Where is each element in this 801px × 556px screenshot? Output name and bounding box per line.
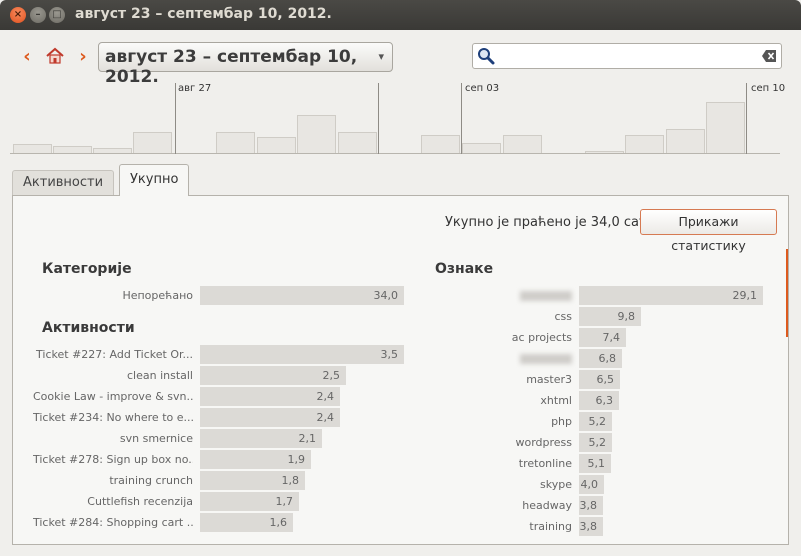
tags-row-label: headway [522,499,572,512]
clear-search-icon[interactable] [761,49,777,63]
tags-row-value: 29,1 [732,289,758,302]
timeline-day-bar[interactable] [53,146,92,153]
tags-row-value: 5,1 [587,457,606,470]
chevron-down-icon: ▾ [378,50,384,63]
activities-row-label: Cookie Law - improve & svn... [33,390,193,403]
next-range-button[interactable]: › [72,46,94,68]
activities-row-label: Ticket #278: Sign up box no... [33,453,193,466]
timeline-label: сеп 10 [751,83,786,94]
timeline-week-divider [175,83,176,154]
tags-row-label: xhtml [540,394,572,407]
tags-row-value: 6,8 [598,352,617,365]
tags-row-value: 3,8 [579,520,598,533]
tags-row-value: 5,2 [588,436,607,449]
activities-row-value: 2,4 [316,411,335,424]
previous-range-button[interactable]: ‹ [16,46,38,68]
timeline-day-bar[interactable] [338,132,377,153]
categories-heading: Категорије [42,261,132,277]
timeline-day-bar[interactable] [706,102,745,153]
search-input[interactable] [497,46,757,66]
timeline-day-bar[interactable] [462,143,501,153]
close-icon[interactable]: × [10,7,26,23]
activities-row-label: Ticket #227: Add Ticket Or... [36,348,193,361]
minimize-icon[interactable]: – [30,7,46,23]
tags-row-value: 7,4 [602,331,621,344]
timeline-week-divider [378,83,379,154]
tags-row-label: ac projects [511,331,572,344]
tags-row-label: skype [540,478,572,491]
activities-row-value: 2,5 [322,369,341,382]
date-range-combo[interactable]: август 23 – септембар 10, 2012. ▾ [98,42,393,87]
tags-row-label [520,354,572,364]
activities-row-label: Cuttlefish recenzija [87,495,193,508]
tags-row-label: php [551,415,572,428]
activities-row-value: 1,9 [287,453,306,466]
tags-row-label: wordpress [515,436,572,449]
tags-row-label: master3 [526,373,572,386]
activities-row-label: svn smernice [119,432,193,445]
timeline-day-bar[interactable] [257,137,296,153]
totals-panel: Укупно је праћено је 34,0 сати Прикажи с… [12,195,789,545]
timeline-baseline [10,153,780,154]
tags-row-value: 6,5 [596,373,615,386]
timeline-week-divider [746,83,747,154]
timeline-day-bar[interactable] [93,148,132,153]
tags-row-label: css [554,310,572,323]
tags-row-label: tretonline [518,457,572,470]
timeline-label: сеп 03 [465,83,500,94]
timeline-day-bar[interactable] [13,144,52,153]
activities-row-value: 1,6 [269,516,288,529]
categories-row-label: Непорећано [122,289,193,302]
tags-row-value: 5,2 [588,415,607,428]
tags-row-value: 9,8 [617,310,636,323]
timeline-day-bar[interactable] [625,135,664,153]
maximize-icon[interactable]: □ [49,7,65,23]
timeline-day-bar[interactable] [503,135,542,153]
tags-heading: Ознаке [435,261,494,277]
home-icon [46,47,64,64]
tags-row-label: training [529,520,572,533]
window-title: август 23 – септембар 10, 2012. [75,6,332,22]
tags-row-label [520,291,572,301]
activities-row-label: Ticket #234: No where to e... [33,411,193,424]
timeline-day-bar[interactable] [297,115,336,153]
timeline-day-bar[interactable] [133,132,172,153]
activities-row-label: Ticket #284: Shopping cart ... [33,516,193,529]
tags-row-value: 4,0 [580,478,599,491]
activities-heading: Активности [42,320,135,336]
timeline-day-bar[interactable] [666,129,705,153]
tab-activities[interactable]: Активности [12,170,115,196]
timeline-day-bar[interactable] [421,135,460,153]
timeline-label: авг 27 [178,83,212,94]
search-box[interactable] [472,43,782,69]
activities-row-value: 1,7 [275,495,294,508]
timeline-chart[interactable]: авг 27 сеп 03 сеп 10 [0,78,801,154]
activities-row-label: clean install [126,369,193,382]
categories-row-value: 34,0 [373,289,399,302]
tags-row-value: 6,3 [595,394,614,407]
home-button[interactable] [44,46,66,68]
show-statistics-button[interactable]: Прикажи статистику [640,209,777,253]
activities-row-value: 2,4 [316,390,335,403]
activities-row-value: 1,8 [281,474,300,487]
activities-row-value: 2,1 [298,432,317,445]
tracked-total-text: Укупно је праћено је 34,0 сати [445,215,656,230]
activities-row-label: training crunch [109,474,193,487]
timeline-day-bar[interactable] [216,132,255,153]
title-bar: × – □ август 23 – септембар 10, 2012. [0,0,801,30]
tags-row-value: 3,8 [579,499,598,512]
scrollbar[interactable] [786,249,788,337]
timeline-day-bar[interactable] [585,151,624,153]
activities-row-value: 3,5 [380,348,399,361]
search-icon [478,48,495,65]
tab-total[interactable]: Укупно [119,164,190,196]
